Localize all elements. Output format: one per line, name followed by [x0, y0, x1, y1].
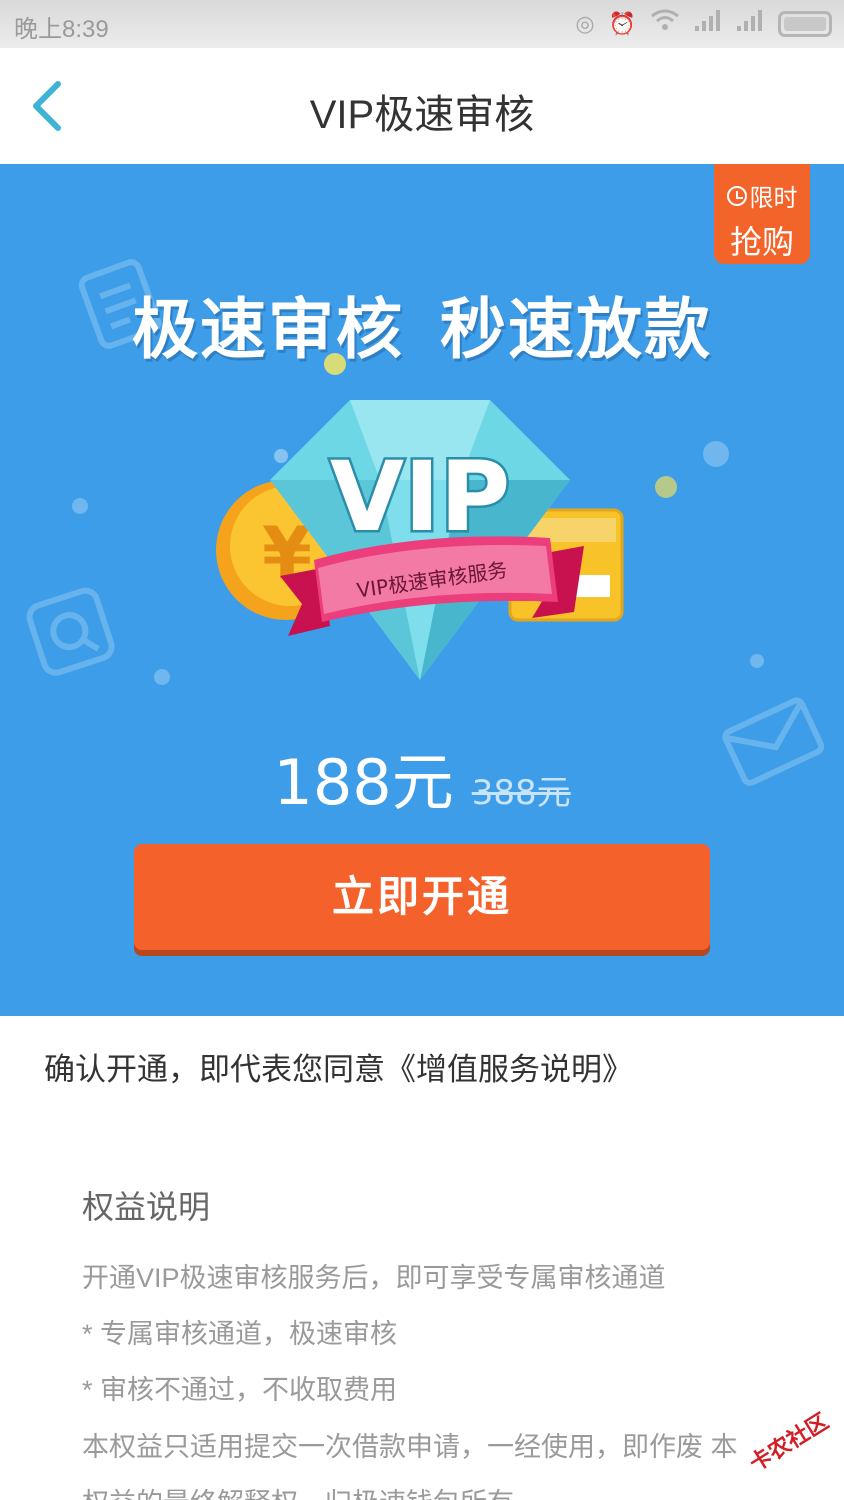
hotspot-icon: ◎ [575, 11, 595, 36]
benefit-line: 开通VIP极速审核服务后，即可享受专属审核通道 [82, 1263, 666, 1293]
headline-right: 秒速放款 [440, 291, 712, 368]
agreement-text[interactable]: 确认开通，即代表您同意《增值服务说明》 [44, 1044, 633, 1089]
status-bar: 晚上8:39 ◎ ⏰ [0, 0, 844, 48]
signal-icon [736, 8, 764, 40]
diamond-vip-text: VIP [330, 441, 510, 553]
price-now: 188元 [273, 746, 454, 819]
vip-diamond-illustration: ¥ VIP VIP极速审核服务 [216, 400, 624, 680]
benefit-line: 权益的最终解释权，归极速钱包所有 [82, 1481, 514, 1500]
page-title: VIP极速审核 [309, 93, 535, 137]
badge-line2: 抢购 [729, 224, 794, 260]
open-now-button[interactable]: 立即开通 [134, 844, 710, 950]
watermark-logo: 卡农社区 [739, 1401, 837, 1481]
signal-icon [694, 8, 722, 40]
benefit-line: * 审核不通过，不收取费用 [82, 1375, 398, 1405]
alarm-icon: ⏰ [608, 11, 636, 36]
benefit-line: * 专属审核通道，极速审核 [82, 1319, 398, 1349]
battery-icon [778, 11, 832, 37]
limited-time-badge: 限时 抢购 [714, 164, 810, 264]
clock-icon [726, 185, 747, 206]
nav-bar: VIP极速审核 [0, 48, 844, 164]
headline-left: 极速审核 [132, 291, 404, 368]
price-old: 388元 [471, 773, 571, 813]
badge-line1: 限时 [749, 185, 798, 212]
benefits-title: 权益说明 [82, 1189, 211, 1225]
status-icons: ◎ ⏰ [575, 8, 832, 40]
vip-hero-banner: 限时 抢购 极速审核 秒速放款 ¥ VIP VIP极速审核服务 188元 388… [0, 164, 844, 1016]
benefit-line: 本权益只适用提交一次借款申请，一经使用，即作废 本 [82, 1432, 738, 1462]
headline: 极速审核 秒速放款 [0, 276, 844, 372]
wifi-icon [650, 8, 680, 40]
status-time: 晚上8:39 [14, 16, 109, 43]
price-row: 188元 388元 [0, 732, 844, 822]
